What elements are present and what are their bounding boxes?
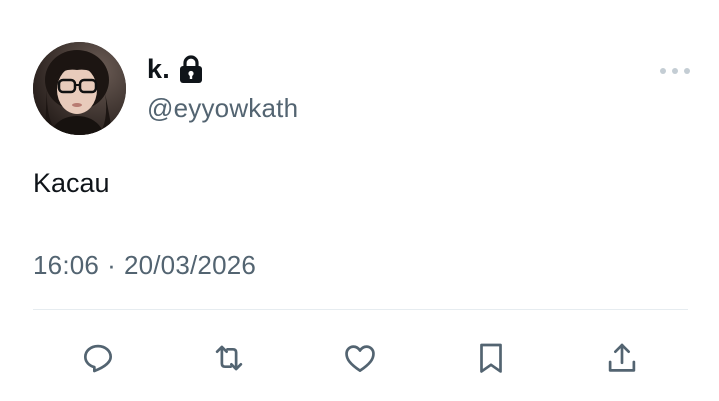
reply-icon bbox=[83, 344, 113, 373]
more-options-icon[interactable] bbox=[660, 64, 690, 78]
action-bar bbox=[0, 336, 719, 380]
tweet-text: Kacau bbox=[33, 168, 110, 198]
retweet-button[interactable] bbox=[207, 336, 251, 380]
tweet-timestamp[interactable]: 16:06 · 20/03/2026 bbox=[33, 250, 256, 281]
lock-icon bbox=[178, 54, 204, 84]
avatar-image bbox=[33, 42, 126, 135]
heart-icon bbox=[345, 345, 375, 373]
display-name[interactable]: k. bbox=[147, 54, 170, 85]
tweet-date: 20/03/2026 bbox=[123, 250, 257, 280]
user-handle[interactable]: @eyyowkath bbox=[147, 93, 298, 124]
dot bbox=[672, 68, 678, 74]
tweet-card: k. @eyyowkath Kacau 16:06 · 20/03/2026 bbox=[0, 0, 719, 401]
timestamp-separator: · bbox=[107, 250, 116, 280]
avatar[interactable] bbox=[33, 42, 126, 135]
bookmark-button[interactable] bbox=[469, 336, 513, 380]
dot bbox=[684, 68, 690, 74]
tweet-time: 16:06 bbox=[33, 250, 100, 280]
retweet-icon bbox=[215, 345, 243, 371]
divider bbox=[33, 309, 688, 310]
share-icon bbox=[608, 343, 636, 372]
like-button[interactable] bbox=[338, 336, 382, 380]
reply-button[interactable] bbox=[76, 336, 120, 380]
dot bbox=[660, 68, 666, 74]
share-button[interactable] bbox=[600, 336, 644, 380]
name-row: k. bbox=[147, 52, 204, 86]
bookmark-icon bbox=[480, 343, 502, 373]
